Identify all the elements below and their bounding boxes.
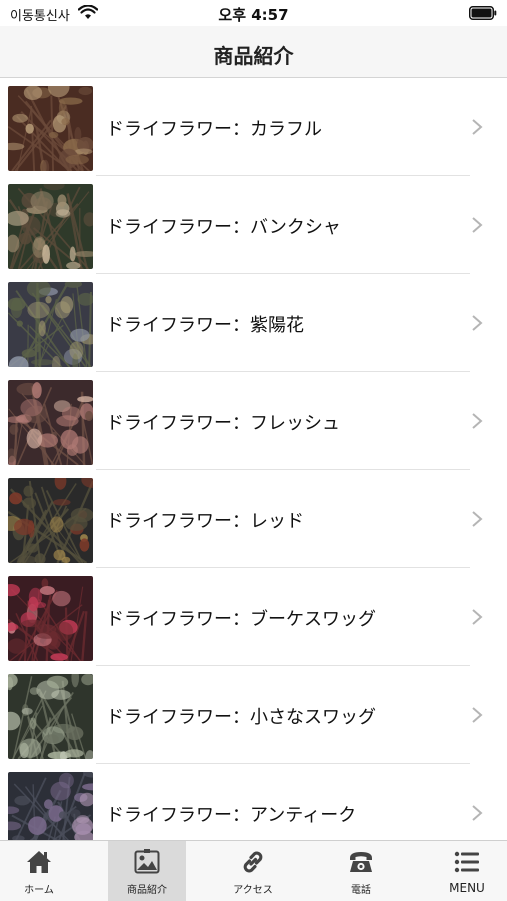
chevron-right-icon [471, 706, 483, 724]
list-item[interactable]: ドライフラワー：レッド [0, 470, 507, 568]
product-photo [8, 674, 93, 759]
product-photo [8, 478, 93, 563]
tab-label: 電話 [322, 881, 400, 896]
tab-label: アクセス [214, 881, 292, 896]
tab-home[interactable]: ホーム [0, 841, 78, 901]
list-item[interactable]: ドライフラワー：カラフル [0, 78, 507, 176]
list-item[interactable]: ドライフラワー：ブーケスワッグ [0, 568, 507, 666]
list-item-label: ドライフラワー：カラフル [106, 115, 322, 141]
phone-icon [347, 848, 375, 876]
status-time: 오후 4:57 [0, 4, 507, 25]
product-photo [8, 184, 93, 269]
product-thumbnail [8, 576, 93, 661]
chevron-right-icon [471, 510, 483, 528]
product-thumbnail [8, 282, 93, 367]
tab-products[interactable]: 商品紹介 [108, 841, 186, 901]
menu-icon [453, 848, 481, 876]
tab-label: MENU [428, 881, 506, 895]
product-thumbnail [8, 86, 93, 171]
list-item[interactable]: ドライフラワー：フレッシュ [0, 372, 507, 470]
navigation-bar: 商品紹介 [0, 26, 507, 78]
product-photo [8, 772, 93, 840]
product-thumbnail [8, 478, 93, 563]
list-item-label: ドライフラワー：バンクシャ [106, 213, 341, 239]
home-icon [25, 848, 53, 876]
list-item[interactable]: ドライフラワー：バンクシャ [0, 176, 507, 274]
product-thumbnail [8, 674, 93, 759]
chevron-right-icon [471, 804, 483, 822]
product-thumbnail [8, 380, 93, 465]
list-item[interactable]: ドライフラワー：小さなスワッグ [0, 666, 507, 764]
battery-icon [469, 6, 497, 20]
list-item-label: ドライフラワー：小さなスワッグ [106, 703, 376, 729]
list-item[interactable]: ドライフラワー：アンティーク [0, 764, 507, 840]
tab-label: 商品紹介 [108, 881, 186, 896]
chevron-right-icon [471, 314, 483, 332]
product-photo [8, 576, 93, 661]
chevron-right-icon [471, 216, 483, 234]
tab-access[interactable]: アクセス [214, 841, 292, 901]
chevron-right-icon [471, 412, 483, 430]
list-item-label: ドライフラワー：レッド [106, 507, 304, 533]
product-list: ドライフラワー：カラフル ドライフラワー：バンクシャ ドライフラワー：紫陽花 ド… [0, 78, 507, 840]
tab-bar: ホーム 商品紹介 アクセス 電話 [0, 840, 507, 901]
chevron-right-icon [471, 608, 483, 626]
product-thumbnail [8, 772, 93, 840]
chevron-right-icon [471, 118, 483, 136]
tab-label: ホーム [0, 881, 78, 896]
tab-menu[interactable]: MENU [428, 841, 506, 901]
page-title: 商品紹介 [0, 40, 507, 69]
list-item-label: ドライフラワー：紫陽花 [106, 311, 304, 337]
list-item-label: ドライフラワー：フレッシュ [106, 409, 340, 435]
tab-phone[interactable]: 電話 [322, 841, 400, 901]
list-item[interactable]: ドライフラワー：紫陽花 [0, 274, 507, 372]
product-photo [8, 282, 93, 367]
product-photo [8, 380, 93, 465]
link-icon [239, 848, 267, 876]
product-thumbnail [8, 184, 93, 269]
list-item-label: ドライフラワー：ブーケスワッグ [106, 605, 376, 631]
list-item-label: ドライフラワー：アンティーク [106, 801, 356, 827]
product-photo [8, 86, 93, 171]
status-bar: 이동통신사 오후 4:57 [0, 0, 507, 26]
image-icon [133, 848, 161, 876]
